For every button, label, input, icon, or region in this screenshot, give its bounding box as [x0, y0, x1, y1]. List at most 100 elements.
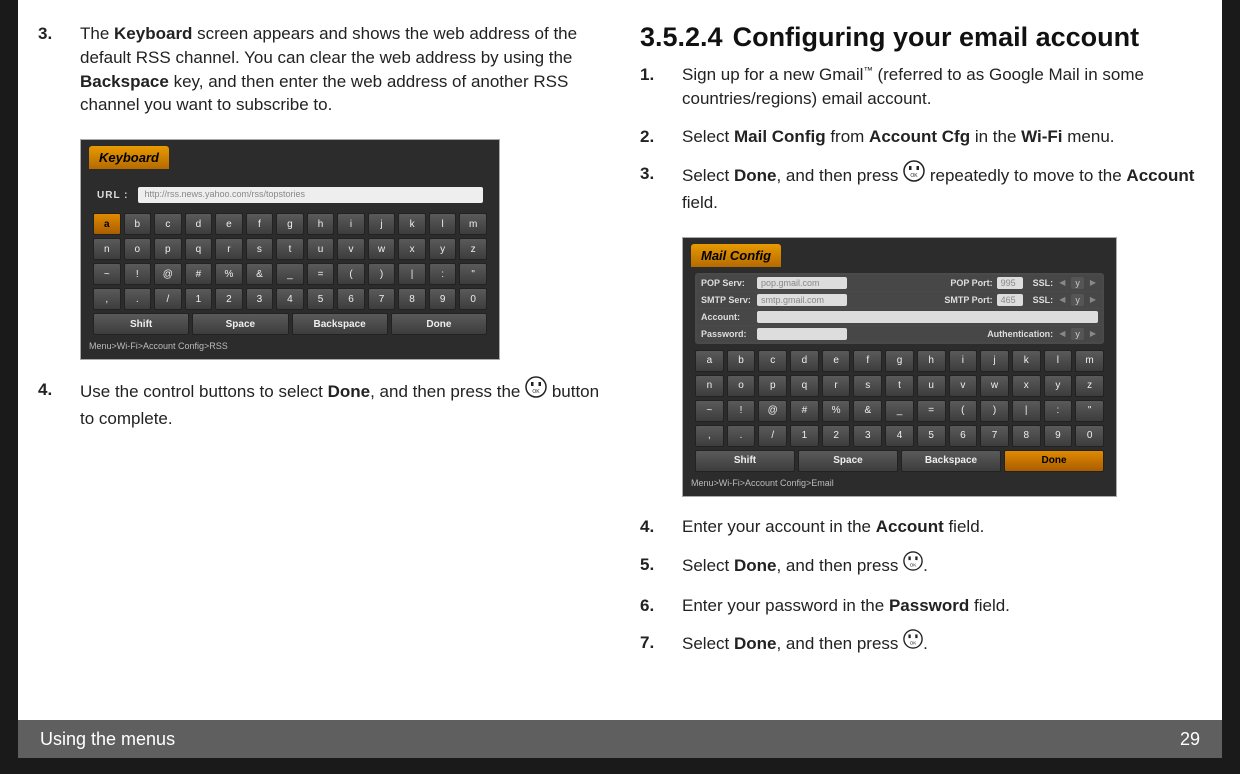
key: l: [429, 213, 457, 235]
key: r: [215, 238, 243, 260]
key: 6: [337, 288, 365, 310]
key: f: [853, 350, 882, 372]
ok-button-icon: OK: [525, 376, 547, 405]
key: t: [276, 238, 304, 260]
key-done: Done: [1004, 450, 1104, 472]
onscreen-keyboard: abcdefghijklmnopqrstuvwxyz~!@#%&_=()|:",…: [695, 350, 1104, 472]
key: 5: [917, 425, 946, 447]
key: d: [790, 350, 819, 372]
step-2: 2. Select Mail Config from Account Cfg i…: [640, 125, 1202, 149]
keyboard-screenshot: Keyboard URL : http://rss.news.yahoo.com…: [80, 139, 500, 360]
step-3r: 3. Select Done, and then press OK repeat…: [640, 162, 1202, 215]
key: %: [822, 400, 851, 422]
breadcrumb: Menu>Wi-Fi>Account Config>RSS: [89, 341, 499, 351]
key: @: [758, 400, 787, 422]
key: b: [124, 213, 152, 235]
key: 1: [185, 288, 213, 310]
key: g: [276, 213, 304, 235]
url-field: http://rss.news.yahoo.com/rss/topstories: [138, 187, 483, 203]
key: :: [1044, 400, 1073, 422]
config-fields: POP Serv: pop.gmail.com POP Port: 995 SS…: [695, 273, 1104, 344]
key: k: [398, 213, 426, 235]
key: h: [307, 213, 335, 235]
key: m: [459, 213, 487, 235]
key: /: [154, 288, 182, 310]
key: e: [822, 350, 851, 372]
step-4r: 4. Enter your account in the Account fie…: [640, 515, 1202, 539]
key-backspace: Backspace: [292, 313, 388, 335]
key: i: [949, 350, 978, 372]
key: i: [337, 213, 365, 235]
key: y: [1044, 375, 1073, 397]
key: o: [727, 375, 756, 397]
key: 8: [398, 288, 426, 310]
right-column: 3.5.2.4Configuring your email account 1.…: [640, 22, 1202, 720]
key: o: [124, 238, 152, 260]
ok-button-icon: OK: [903, 629, 923, 656]
key: c: [154, 213, 182, 235]
step-number: 3.: [38, 22, 80, 117]
ok-button-icon: OK: [903, 551, 923, 578]
key: y: [429, 238, 457, 260]
key: c: [758, 350, 787, 372]
step-body: Use the control buttons to select Done, …: [80, 378, 600, 431]
key: x: [1012, 375, 1041, 397]
key: 3: [246, 288, 274, 310]
onscreen-keyboard: abcdefghijklmnopqrstuvwxyz~!@#%&_=()|:",…: [93, 213, 487, 335]
key: f: [246, 213, 274, 235]
key: n: [93, 238, 121, 260]
key: 7: [980, 425, 1009, 447]
svg-text:OK: OK: [910, 562, 917, 567]
key: 8: [1012, 425, 1041, 447]
ok-button-icon: OK: [903, 160, 925, 189]
key: _: [276, 263, 304, 285]
key: v: [949, 375, 978, 397]
key: v: [337, 238, 365, 260]
key-shift: Shift: [695, 450, 795, 472]
key: #: [790, 400, 819, 422]
key: %: [215, 263, 243, 285]
key: (: [337, 263, 365, 285]
svg-text:OK: OK: [910, 641, 917, 646]
page-number: 29: [1180, 729, 1200, 750]
key: w: [980, 375, 1009, 397]
footer-title: Using the menus: [40, 729, 175, 750]
key-done: Done: [391, 313, 487, 335]
key: z: [459, 238, 487, 260]
key: n: [695, 375, 724, 397]
key: |: [1012, 400, 1041, 422]
key: j: [368, 213, 396, 235]
step-7r: 7. Select Done, and then press OK.: [640, 631, 1202, 658]
key: s: [246, 238, 274, 260]
step-4: 4. Use the control buttons to select Don…: [38, 378, 600, 431]
key: 2: [822, 425, 851, 447]
key: e: [215, 213, 243, 235]
step-5r: 5. Select Done, and then press OK.: [640, 553, 1202, 580]
key: ): [980, 400, 1009, 422]
key: 2: [215, 288, 243, 310]
key: ~: [93, 263, 121, 285]
key: 7: [368, 288, 396, 310]
page-footer: Using the menus 29: [18, 720, 1222, 758]
step-6r: 6. Enter your password in the Password f…: [640, 594, 1202, 618]
screenshot-title: Keyboard: [89, 146, 169, 169]
key: 6: [949, 425, 978, 447]
breadcrumb: Menu>Wi-Fi>Account Config>Email: [691, 478, 1116, 488]
key: ): [368, 263, 396, 285]
key: p: [154, 238, 182, 260]
key: k: [1012, 350, 1041, 372]
step-number: 4.: [38, 378, 80, 431]
key: 3: [853, 425, 882, 447]
key: q: [185, 238, 213, 260]
svg-text:OK: OK: [532, 389, 540, 395]
key: p: [758, 375, 787, 397]
screenshot-title: Mail Config: [691, 244, 781, 267]
key: m: [1075, 350, 1104, 372]
key: j: [980, 350, 1009, 372]
key: 0: [1075, 425, 1104, 447]
left-column: 3. The Keyboard screen appears and shows…: [38, 22, 600, 720]
key: t: [885, 375, 914, 397]
key: .: [727, 425, 756, 447]
key: @: [154, 263, 182, 285]
key: 9: [1044, 425, 1073, 447]
